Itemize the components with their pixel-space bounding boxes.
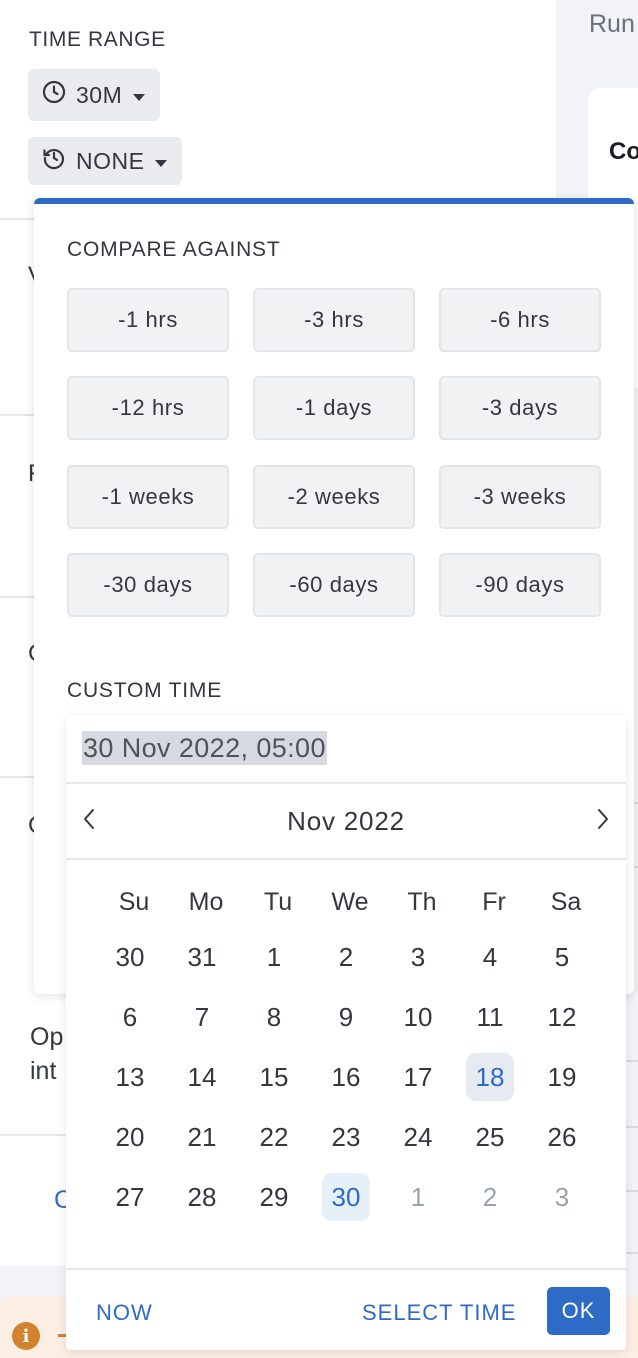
calendar-day[interactable]: 25	[454, 1113, 526, 1161]
calendar-day[interactable]: 2	[310, 933, 382, 981]
calendar-day[interactable]: 1	[238, 933, 310, 981]
background-text-line: int	[30, 1057, 57, 1085]
history-icon	[42, 146, 66, 176]
compare-option[interactable]: -6 hrs	[439, 288, 601, 352]
weekday-label: Mo	[188, 888, 224, 916]
compare-option[interactable]: -1 days	[253, 376, 415, 440]
compare-option[interactable]: -1 weeks	[67, 465, 229, 529]
compare-button[interactable]: NONE	[28, 137, 183, 185]
calendar-day[interactable]: 28	[166, 1173, 238, 1221]
clock-icon	[42, 80, 66, 110]
ok-button[interactable]: OK	[547, 1287, 610, 1335]
date-time-input[interactable]: 30 Nov 2022, 05:00	[66, 716, 626, 784]
weekday-label: Th	[407, 888, 437, 916]
divider	[0, 596, 34, 598]
calendar-day-next-month[interactable]: 1	[382, 1173, 454, 1221]
calendar-day[interactable]: 22	[238, 1113, 310, 1161]
calendar-day[interactable]: 26	[526, 1113, 598, 1161]
calendar-day[interactable]: 19	[526, 1053, 598, 1101]
calendar-day[interactable]: 17	[382, 1053, 454, 1101]
calendar-day-next-month[interactable]: 2	[454, 1173, 526, 1221]
compare-option[interactable]: -2 weeks	[253, 465, 415, 529]
time-range-value: 30M	[76, 81, 123, 108]
date-picker-footer: NOW SELECT TIME OK	[66, 1268, 626, 1350]
background-text-line: Op	[30, 1023, 64, 1051]
caret-down-icon	[132, 82, 146, 109]
info-icon: i	[12, 1322, 40, 1350]
compare-option[interactable]: -60 days	[253, 553, 415, 617]
calendar-day[interactable]: 29	[238, 1173, 310, 1221]
compare-option[interactable]: -3 hrs	[253, 288, 415, 352]
divider	[626, 1190, 638, 1192]
calendar-day[interactable]: 13	[94, 1053, 166, 1101]
weekday-label: Tu	[263, 888, 293, 916]
chevron-right-icon[interactable]	[588, 804, 618, 834]
time-range-button[interactable]: 30M	[28, 69, 161, 121]
calendar-day[interactable]: 10	[382, 993, 454, 1041]
calendar-day[interactable]: 14	[166, 1053, 238, 1101]
calendar-day[interactable]: 31	[166, 933, 238, 981]
compare-value: NONE	[76, 147, 145, 174]
calendar-day-today[interactable]: 18	[466, 1053, 514, 1101]
calendar-day[interactable]: 21	[166, 1113, 238, 1161]
divider	[626, 1252, 638, 1254]
calendar-day[interactable]: 7	[166, 993, 238, 1041]
weekday-label: Fr	[482, 888, 506, 916]
calendar-day[interactable]: 4	[454, 933, 526, 981]
date-picker: 30 Nov 2022, 05:00 Nov 2022 Su Mo Tu We …	[66, 716, 626, 1350]
calendar-day[interactable]: 15	[238, 1053, 310, 1101]
custom-time-heading: CUSTOM TIME	[67, 679, 223, 702]
weekday-label: Su	[118, 888, 150, 916]
calendar-week: 27 28 29 30 1 2 3	[94, 1173, 598, 1250]
calendar-day-next-month[interactable]: 3	[526, 1173, 598, 1221]
calendar-day-selected[interactable]: 30	[322, 1173, 370, 1221]
calendar-day[interactable]: 9	[310, 993, 382, 1041]
compare-option[interactable]: -1 hrs	[67, 288, 229, 352]
compare-option[interactable]: -90 days	[439, 553, 601, 617]
calendar-day[interactable]: 23	[310, 1113, 382, 1161]
month-header: Nov 2022	[66, 784, 626, 860]
now-button[interactable]: NOW	[96, 1300, 153, 1326]
time-range-label: TIME RANGE	[29, 28, 166, 51]
divider	[0, 776, 34, 778]
weekday-header: Su Mo Tu We Th Fr Sa	[98, 888, 602, 917]
right-card-title: Co	[609, 138, 638, 165]
compare-option[interactable]: -30 days	[67, 553, 229, 617]
calendar-day[interactable]: 20	[94, 1113, 166, 1161]
calendar-day[interactable]: 30	[94, 933, 166, 981]
right-header-text: Run	[589, 10, 635, 38]
calendar-day[interactable]: 24	[382, 1113, 454, 1161]
divider	[0, 414, 34, 416]
weekday-label: We	[331, 888, 369, 916]
compare-option[interactable]: -3 days	[439, 376, 601, 440]
divider	[0, 1134, 66, 1136]
calendar-day[interactable]: 3	[382, 933, 454, 981]
weekday-label: Sa	[550, 888, 582, 916]
calendar-grid: 30 31 1 2 3 4 5 6 7 8 9 10 11 12 13 14 1…	[94, 942, 598, 1250]
divider	[626, 1126, 638, 1128]
compare-option[interactable]: -12 hrs	[67, 376, 229, 440]
date-time-input-value[interactable]: 30 Nov 2022, 05:00	[82, 731, 327, 765]
compare-heading: COMPARE AGAINST	[67, 238, 281, 261]
calendar-day[interactable]: 16	[310, 1053, 382, 1101]
caret-down-icon	[154, 148, 168, 175]
select-time-button[interactable]: SELECT TIME	[362, 1300, 516, 1326]
month-title: Nov 2022	[287, 806, 405, 836]
divider	[626, 1060, 638, 1062]
calendar-day[interactable]: 27	[94, 1173, 166, 1221]
calendar-day[interactable]: 11	[454, 993, 526, 1041]
calendar-day[interactable]: 5	[526, 933, 598, 981]
divider	[0, 218, 34, 220]
calendar-day[interactable]: 12	[526, 993, 598, 1041]
compare-option[interactable]: -3 weeks	[439, 465, 601, 529]
calendar-day[interactable]: 6	[94, 993, 166, 1041]
calendar-day[interactable]: 8	[238, 993, 310, 1041]
